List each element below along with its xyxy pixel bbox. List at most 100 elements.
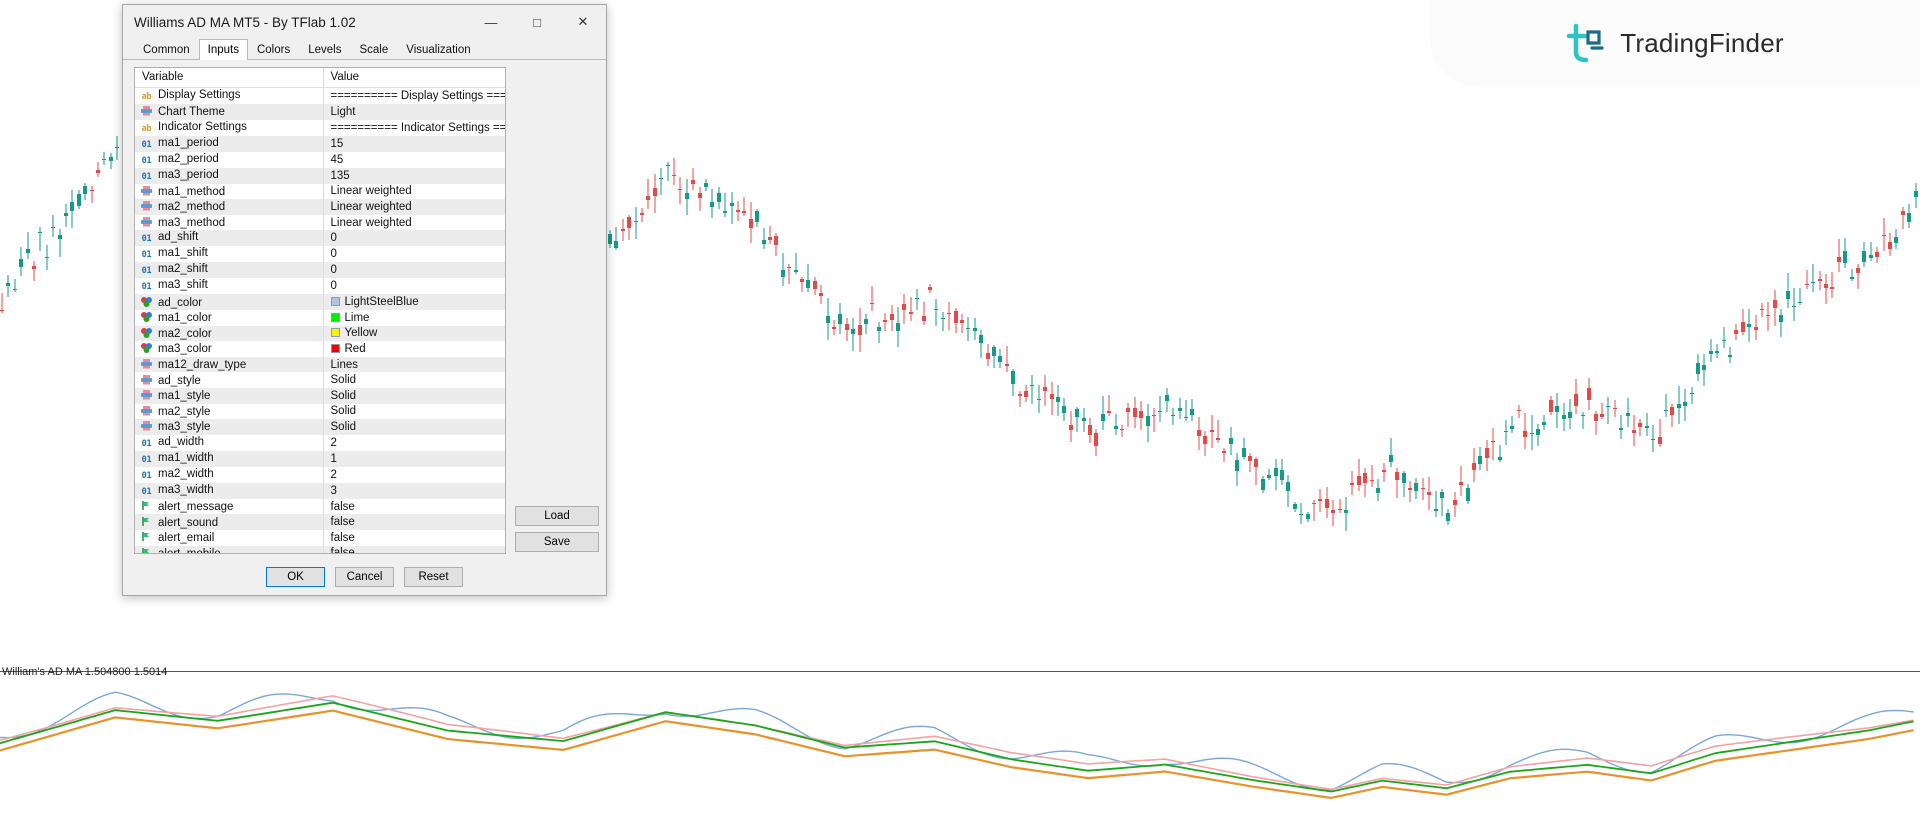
maximize-icon[interactable]: □ xyxy=(514,7,560,37)
param-value-cell[interactable]: 15 xyxy=(322,135,505,152)
param-value-cell[interactable]: Lines xyxy=(322,356,505,373)
inputs-grid[interactable]: Variable Value ab Display Settings =======… xyxy=(134,67,506,554)
tab-levels[interactable]: Levels xyxy=(299,39,350,60)
param-value-cell[interactable]: 0 xyxy=(322,246,505,263)
param-value-cell[interactable]: 1 xyxy=(322,450,505,467)
grid-row[interactable]: ma1_color Lime xyxy=(135,309,505,326)
grid-row[interactable]: ma1_method Linear weighted xyxy=(135,183,505,200)
param-value-cell[interactable]: Linear weighted xyxy=(322,214,505,231)
grid-row[interactable]: ma2_method Linear weighted xyxy=(135,199,505,215)
grid-row[interactable]: 01 ma3_width 3 xyxy=(135,482,505,499)
indicator-subwindow[interactable] xyxy=(0,672,1920,840)
tab-scale[interactable]: Scale xyxy=(350,39,397,60)
tab-colors[interactable]: Colors xyxy=(248,39,299,60)
tab-inputs[interactable]: Inputs xyxy=(198,39,248,60)
close-icon[interactable]: ✕ xyxy=(560,7,606,37)
param-value-cell[interactable]: false xyxy=(322,545,505,553)
grid-row[interactable]: alert_message false xyxy=(135,498,505,515)
tab-common[interactable]: Common xyxy=(134,39,199,60)
param-value-cell[interactable]: Solid xyxy=(322,419,505,435)
grid-row[interactable]: 01 ma2_period 45 xyxy=(135,151,505,168)
dialog-action-buttons[interactable]: OK Cancel Reset xyxy=(123,567,606,587)
grid-row[interactable]: ma12_draw_type Lines xyxy=(135,356,505,373)
param-name-cell: 01 ad_width xyxy=(135,435,323,451)
grid-row[interactable]: Chart Theme Light xyxy=(135,104,505,120)
inputs-grid-body[interactable]: ab Display Settings ========== Display Set… xyxy=(135,87,506,553)
grid-row[interactable]: ad_color LightSteelBlue xyxy=(135,294,505,310)
param-value-cell[interactable]: Solid xyxy=(322,403,505,420)
param-name: ma1_color xyxy=(158,312,212,325)
param-value: Solid xyxy=(330,389,357,402)
reset-button[interactable]: Reset xyxy=(404,567,463,587)
dialog-tabbar[interactable]: Common Inputs Colors Levels Scale Visualizati… xyxy=(123,39,606,60)
grid-row[interactable]: ab Display Settings ========== Display Set… xyxy=(135,87,506,105)
param-value-cell[interactable]: ========== Display Settings ======... xyxy=(322,87,506,104)
ok-button[interactable]: OK xyxy=(266,567,325,587)
dialog-titlebar[interactable]: Williams AD MA MT5 - By TFlab 1.02 — □ ✕ xyxy=(123,5,606,39)
grid-row[interactable]: ma1_style Solid xyxy=(135,387,505,404)
grid-row[interactable]: ad_style Solid xyxy=(135,372,505,388)
param-value-cell[interactable]: false xyxy=(322,529,505,546)
param-name: ma3_period xyxy=(158,168,219,181)
indicator-properties-dialog[interactable]: Williams AD MA MT5 - By TFlab 1.02 — □ ✕… xyxy=(122,4,607,596)
cancel-button[interactable]: Cancel xyxy=(335,567,394,587)
param-name: Chart Theme xyxy=(158,106,225,119)
param-value-cell[interactable]: Linear weighted xyxy=(322,199,505,215)
color-param-icon xyxy=(139,327,154,338)
grid-row[interactable]: 01 ma2_width 2 xyxy=(135,466,505,483)
grid-row[interactable]: ma2_color Yellow xyxy=(135,325,505,342)
grid-row[interactable]: 01 ma3_period 135 xyxy=(135,167,505,184)
tab-visualization[interactable]: Visualization xyxy=(397,39,479,60)
param-value-cell[interactable]: Solid xyxy=(322,372,505,388)
param-value-cell[interactable]: 0 xyxy=(322,278,505,295)
param-value-cell[interactable]: 135 xyxy=(322,167,505,184)
grid-row[interactable]: ab Indicator Settings ========== Indicator… xyxy=(135,119,505,136)
param-value-cell[interactable]: 45 xyxy=(322,151,505,168)
param-value-cell[interactable]: 3 xyxy=(322,482,505,499)
param-value-cell[interactable]: Light xyxy=(322,104,505,120)
grid-row[interactable]: alert_email false xyxy=(135,529,505,546)
param-value: 135 xyxy=(330,169,350,182)
param-value: 0 xyxy=(330,280,337,293)
grid-row[interactable]: 01 ad_width 2 xyxy=(135,434,505,451)
grid-row[interactable]: alert_mobile false xyxy=(135,545,505,553)
param-value: 2 xyxy=(330,436,337,449)
param-value-cell[interactable]: 2 xyxy=(322,466,505,483)
minimize-icon[interactable]: — xyxy=(468,7,514,37)
param-value-cell[interactable]: Linear weighted xyxy=(322,183,505,200)
save-button[interactable]: Save xyxy=(515,532,599,552)
brand-logo: TradingFinder xyxy=(1430,0,1920,86)
param-value: Lime xyxy=(344,311,370,324)
param-value-cell[interactable]: Lime xyxy=(322,309,505,326)
param-value: ========== Display Settings ======... xyxy=(330,90,506,102)
param-value-cell[interactable]: ========== Indicator Settings =====... xyxy=(322,119,505,136)
grid-row[interactable]: 01 ma1_width 1 xyxy=(135,450,505,467)
param-value-cell[interactable]: false xyxy=(322,514,505,530)
grid-row[interactable]: ma2_style Solid xyxy=(135,403,505,420)
param-value-cell[interactable]: 2 xyxy=(322,434,505,451)
param-value-cell[interactable]: Solid xyxy=(322,387,505,404)
param-value: Solid xyxy=(330,420,357,433)
grid-row[interactable]: alert_sound false xyxy=(135,514,505,530)
param-value-cell[interactable]: LightSteelBlue xyxy=(322,294,505,310)
profile-buttons[interactable]: Load Save xyxy=(515,506,599,558)
grid-row[interactable]: 01 ma1_shift 0 xyxy=(135,246,505,263)
grid-row[interactable]: ma3_color Red xyxy=(135,341,505,357)
param-name-cell: ab Display Settings xyxy=(135,88,323,105)
grid-row[interactable]: ma3_style Solid xyxy=(135,419,505,435)
param-value-cell[interactable]: false xyxy=(322,498,505,515)
param-value-cell[interactable]: 0 xyxy=(322,230,505,247)
param-value-cell[interactable]: 0 xyxy=(322,262,505,279)
load-button[interactable]: Load xyxy=(515,506,599,526)
param-value-cell[interactable]: Red xyxy=(322,341,505,357)
grid-row[interactable]: 01 ma2_shift 0 xyxy=(135,262,505,279)
param-value: Linear weighted xyxy=(330,216,412,229)
param-value: Lines xyxy=(330,358,359,371)
grid-row[interactable]: 01 ma3_shift 0 xyxy=(135,278,505,295)
grid-row[interactable]: 01 ma1_period 15 xyxy=(135,135,505,152)
grid-row[interactable]: 01 ad_shift 0 xyxy=(135,230,505,247)
inputs-grid-scroll[interactable]: Variable Value ab Display Settings =======… xyxy=(135,68,505,553)
grid-row[interactable]: ma3_method Linear weighted xyxy=(135,214,505,231)
param-value-cell[interactable]: Yellow xyxy=(322,325,505,342)
param-name: ad_shift xyxy=(158,231,199,244)
